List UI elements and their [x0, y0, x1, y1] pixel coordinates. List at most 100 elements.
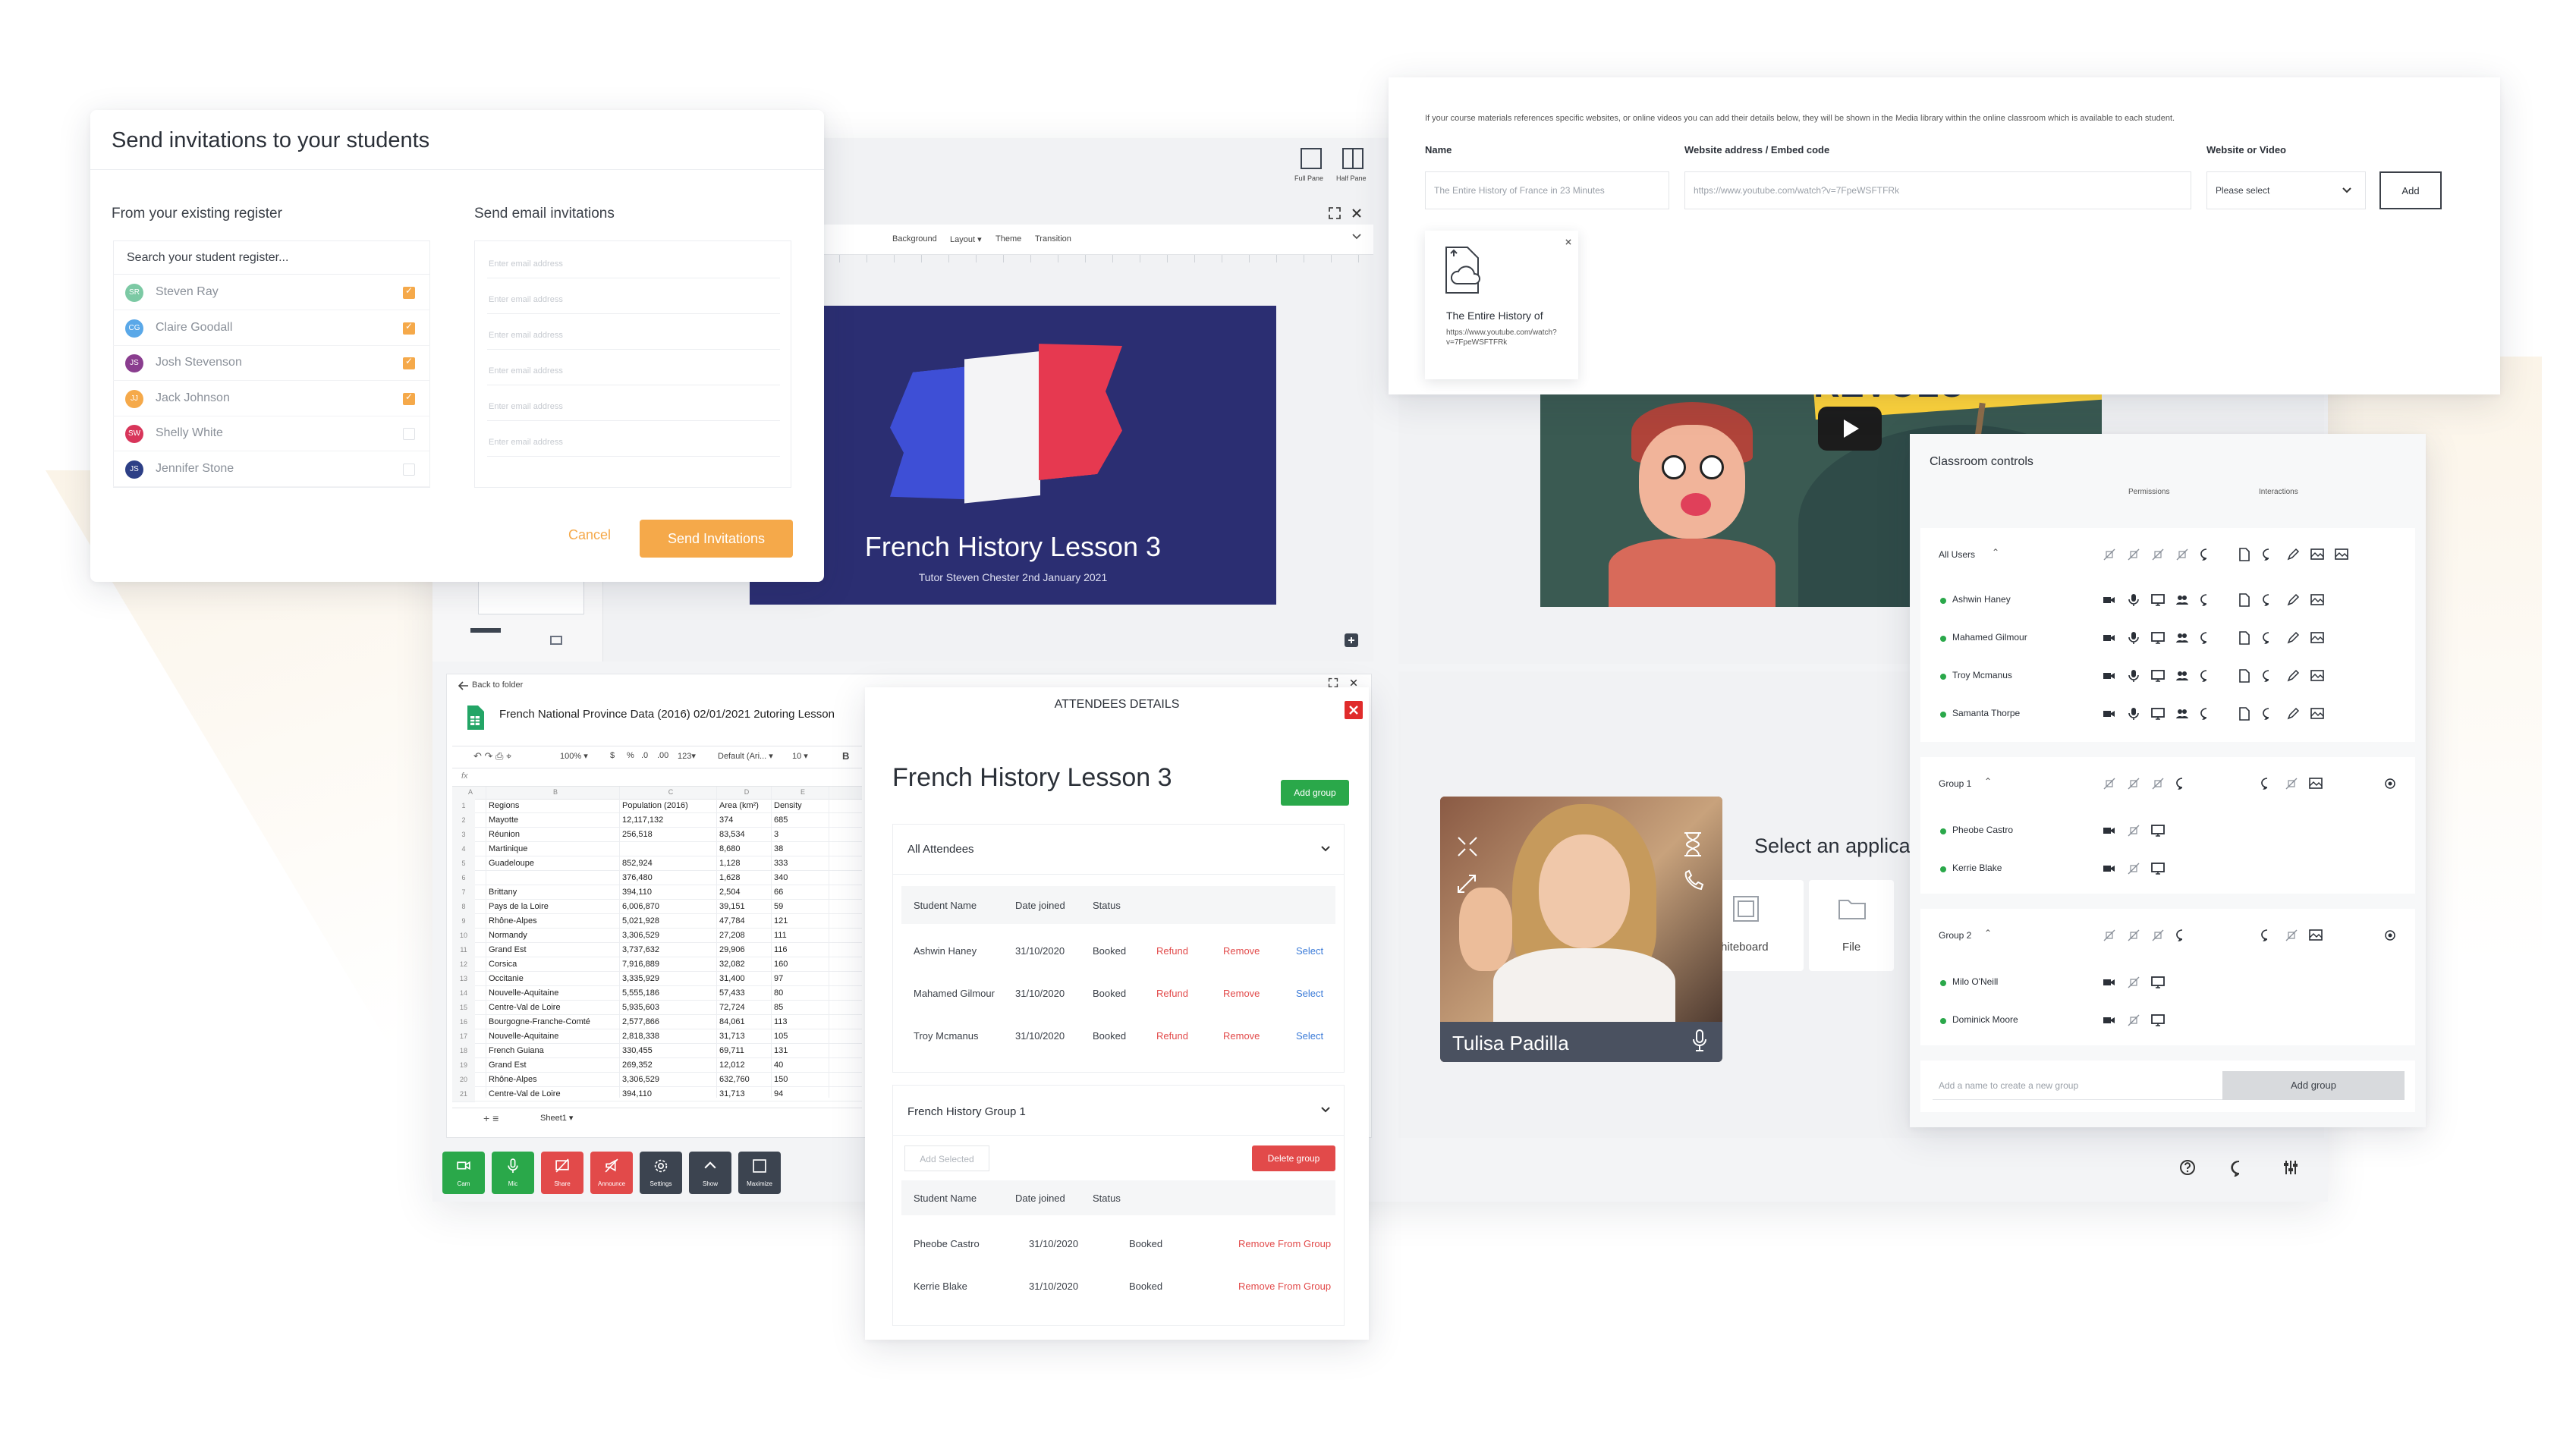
slashed-icon[interactable] [2285, 777, 2298, 794]
slashed-icon[interactable] [2151, 929, 2165, 946]
bold-button[interactable]: B [842, 750, 849, 762]
slashed-icon[interactable] [2127, 929, 2140, 946]
email-field[interactable]: Enter email address [487, 394, 780, 421]
table-cell[interactable]: Guadeloupe [489, 859, 534, 868]
row-number[interactable]: 1 [452, 799, 475, 814]
row-number[interactable]: 10 [452, 929, 475, 944]
sheet-grid[interactable]: A B C D E 1 Regions Population (2016) Area (km²)… [452, 787, 862, 1102]
table-cell[interactable]: Pays de la Loire [489, 902, 549, 911]
mic-icon[interactable] [2127, 593, 2140, 611]
grid-view-button[interactable] [550, 636, 562, 645]
chat-icon[interactable] [2200, 631, 2213, 649]
table-cell[interactable]: Nouvelle-Aquitaine [489, 988, 558, 998]
cam-icon[interactable] [2103, 593, 2116, 611]
chat-icon[interactable] [2175, 777, 2189, 794]
screen-icon[interactable] [2151, 669, 2165, 687]
table-cell[interactable]: Regions [489, 801, 519, 810]
add-selected-button[interactable]: Add Selected [904, 1145, 989, 1171]
resize-icon[interactable] [1455, 872, 1478, 895]
column-letter[interactable]: A [452, 788, 489, 796]
table-cell[interactable]: Nouvelle-Aquitaine [489, 1032, 558, 1041]
table-cell[interactable]: 3 [774, 830, 778, 839]
people-icon[interactable] [2175, 593, 2189, 611]
slashed-icon[interactable] [2175, 548, 2189, 565]
font-size-select[interactable]: 10 ▾ [792, 751, 808, 761]
chevron-up-icon[interactable]: ⌃ [1992, 547, 1999, 558]
image-icon[interactable] [2310, 593, 2324, 611]
table-cell[interactable]: 113 [774, 1017, 788, 1026]
table-cell[interactable]: 3,335,929 [622, 974, 659, 983]
table-cell[interactable]: Martinique [489, 844, 527, 853]
screen-icon[interactable] [2151, 824, 2165, 841]
table-cell[interactable]: Réunion [489, 830, 520, 839]
chat-icon[interactable] [2260, 777, 2274, 794]
table-cell[interactable]: 39,151 [719, 902, 745, 911]
screen-icon[interactable] [2151, 593, 2165, 611]
mic-icon[interactable] [2127, 631, 2140, 649]
doc-icon[interactable] [2238, 669, 2251, 687]
chevron-down-icon[interactable] [1352, 233, 1361, 240]
row-number[interactable]: 6 [452, 871, 475, 886]
table-cell[interactable]: 131 [774, 1046, 788, 1055]
table-cell[interactable]: 31,400 [719, 974, 745, 983]
row-number[interactable]: 19 [452, 1058, 475, 1073]
table-cell[interactable]: 3,306,529 [622, 931, 659, 940]
row-number[interactable]: 17 [452, 1029, 475, 1045]
table-cell[interactable]: Bourgogne-Franche-Comté [489, 1017, 590, 1026]
table-cell[interactable]: 5,935,603 [622, 1003, 659, 1012]
table-cell[interactable]: 12,117,132 [622, 815, 663, 825]
font-select[interactable]: Default (Ari... ▾ [718, 751, 773, 761]
slashed-icon[interactable] [2127, 862, 2140, 879]
cam-icon[interactable] [2103, 976, 2116, 993]
refund-link[interactable]: Refund [1156, 1030, 1188, 1042]
column-letter[interactable]: E [774, 788, 832, 796]
chat-icon[interactable] [2231, 1160, 2247, 1177]
slashed-icon[interactable] [2103, 929, 2116, 946]
table-cell[interactable]: 85 [774, 1003, 783, 1012]
dock-button-maximize[interactable]: Maximize [738, 1152, 781, 1194]
screen-icon[interactable] [2151, 707, 2165, 724]
slashed-icon[interactable] [2127, 824, 2140, 841]
table-cell[interactable]: 394,110 [622, 1089, 652, 1098]
shrink-icon[interactable] [1455, 834, 1480, 859]
table-cell[interactable]: 269,352 [622, 1061, 653, 1070]
toolbar-background[interactable]: Background [892, 234, 937, 244]
currency-format[interactable]: $ [610, 751, 615, 760]
chat-icon[interactable] [2200, 669, 2213, 687]
table-cell[interactable]: 3,737,632 [622, 945, 659, 954]
formula-bar[interactable] [452, 768, 862, 787]
table-cell[interactable]: 150 [774, 1075, 788, 1084]
student-checkbox[interactable] [403, 428, 415, 440]
row-number[interactable]: 12 [452, 957, 475, 973]
section-heading[interactable]: Group 2 [1939, 930, 1971, 941]
doc-icon[interactable] [2238, 548, 2251, 565]
group-heading[interactable]: French History Group 1 [907, 1105, 1026, 1118]
image-icon[interactable] [2335, 548, 2348, 565]
slashed-icon[interactable] [2103, 548, 2116, 565]
table-cell[interactable]: 632,760 [719, 1075, 750, 1084]
table-cell[interactable]: Normandy [489, 931, 527, 940]
table-cell[interactable]: 83,534 [719, 830, 745, 839]
table-cell[interactable]: 5,555,186 [622, 988, 659, 998]
table-cell[interactable]: Centre-Val de Loire [489, 1003, 561, 1012]
row-number[interactable]: 2 [452, 813, 475, 828]
column-letter[interactable]: B [489, 788, 622, 796]
select-link[interactable]: Select [1296, 945, 1323, 957]
percent-format[interactable]: % [627, 751, 634, 760]
row-number[interactable]: 15 [452, 1001, 475, 1016]
chat-icon[interactable] [2262, 548, 2276, 565]
slashed-icon[interactable] [2127, 548, 2140, 565]
dock-button-share[interactable]: Share [541, 1152, 583, 1194]
table-cell[interactable]: 333 [774, 859, 788, 868]
table-cell[interactable]: 852,924 [622, 859, 653, 868]
row-number[interactable]: 11 [452, 943, 475, 958]
add-sheet-button[interactable]: + ≡ [483, 1112, 499, 1124]
table-cell[interactable]: 8,680 [719, 844, 741, 853]
student-row[interactable]: SW Shelly White [113, 416, 430, 451]
table-cell[interactable]: 12,012 [719, 1061, 745, 1070]
decrease-decimal[interactable]: .0 [641, 751, 648, 760]
remove-link[interactable]: Remove [1223, 945, 1260, 957]
image-icon[interactable] [2310, 631, 2324, 649]
help-icon[interactable] [2179, 1159, 2196, 1176]
email-field[interactable]: Enter email address [487, 288, 780, 314]
